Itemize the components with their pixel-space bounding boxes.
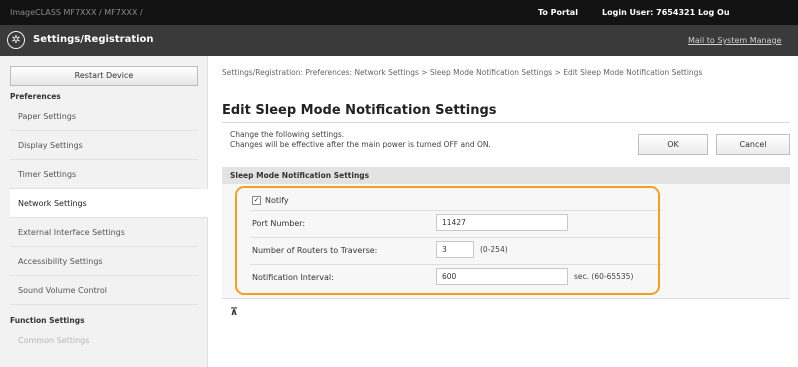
login-user-label: Login User: (602, 8, 654, 17)
sidebar-item-external-interface-settings[interactable]: External Interface Settings (10, 218, 198, 247)
section-header: Sleep Mode Notification Settings (222, 167, 790, 184)
title-divider (222, 122, 790, 123)
sidebar-item-accessibility-settings[interactable]: Accessibility Settings (10, 247, 198, 276)
sidebar-item-display-settings[interactable]: Display Settings (10, 131, 198, 160)
sidebar-item-common-settings[interactable]: Common Settings (10, 326, 198, 355)
login-user-info: Login User: 7654321 Log Ou (602, 8, 730, 17)
breadcrumb: Settings/Registration: Preferences: Netw… (222, 68, 703, 77)
settings-gear-icon: ✲ (7, 31, 25, 49)
instructions: Change the following settings. Changes w… (230, 130, 491, 150)
sidebar-item-paper-settings[interactable]: Paper Settings (10, 102, 198, 131)
cancel-button[interactable]: Cancel (716, 134, 790, 155)
highlight-frame (235, 186, 660, 295)
app-header: ✲ Settings/Registration Mail to System M… (0, 25, 798, 56)
instructions-line-2: Changes will be effective after the main… (230, 140, 491, 149)
logout-link[interactable]: Log Ou (698, 8, 730, 17)
restart-device-button[interactable]: Restart Device (10, 66, 198, 86)
login-user-id: 7654321 (656, 8, 696, 17)
sidebar-item-sound-volume-control[interactable]: Sound Volume Control (10, 276, 198, 305)
ok-button[interactable]: OK (638, 134, 708, 155)
to-portal-link[interactable]: To Portal (538, 8, 578, 17)
sidebar-item-network-settings[interactable]: Network Settings (10, 189, 208, 218)
sidebar: Restart Device Preferences Paper Setting… (0, 56, 208, 367)
main-content: Settings/Registration: Preferences: Netw… (208, 56, 798, 367)
app-title: Settings/Registration (33, 34, 154, 45)
device-name: ImageCLASS MF7XXX / MF7XXX / (10, 8, 143, 17)
sidebar-item-timer-settings[interactable]: Timer Settings (10, 160, 198, 189)
section-title: Sleep Mode Notification Settings (230, 171, 370, 180)
mail-to-system-manager-link[interactable]: Mail to System Manage (688, 36, 782, 45)
sidebar-heading-preferences: Preferences (10, 92, 61, 101)
sidebar-heading-function-settings: Function Settings (10, 316, 85, 325)
top-bar: ImageCLASS MF7XXX / MF7XXX / To Portal L… (0, 0, 798, 25)
back-to-top-icon[interactable]: ⊼ (230, 307, 238, 318)
page-title: Edit Sleep Mode Notification Settings (222, 103, 497, 118)
instructions-line-1: Change the following settings. (230, 130, 345, 139)
